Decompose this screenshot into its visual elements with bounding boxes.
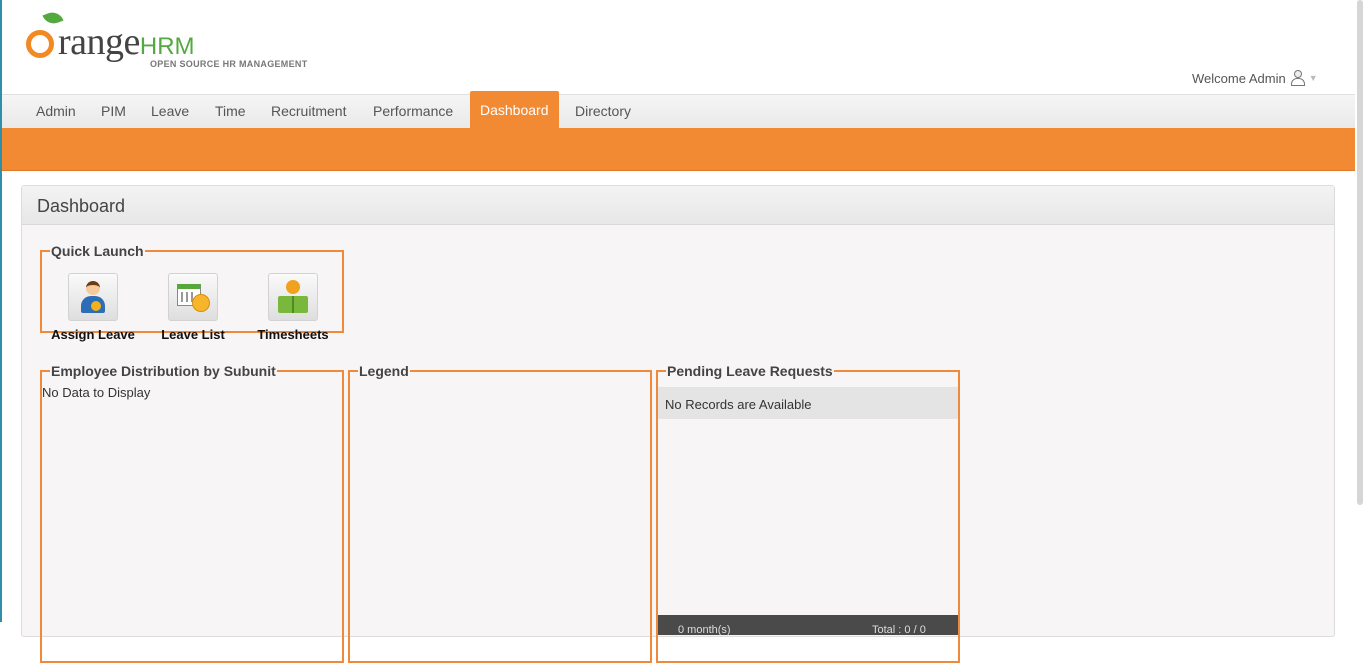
timesheets-icon[interactable] [268, 273, 318, 321]
welcome-text[interactable]: Welcome Admin [1192, 71, 1286, 86]
menu-item-admin[interactable]: Admin [26, 95, 86, 129]
user-icon [1290, 70, 1305, 86]
quick-launch-timesheets[interactable]: Timesheets [248, 273, 338, 342]
assign-leave-icon[interactable] [68, 273, 118, 321]
menu-item-time[interactable]: Time [205, 95, 256, 129]
legend-box: Legend [348, 363, 652, 663]
header: rangeHRM OPEN SOURCE HR MANAGEMENT Welco… [2, 0, 1355, 94]
leave-list-label[interactable]: Leave List [148, 327, 238, 342]
menu-item-dashboard[interactable]: Dashboard [470, 91, 559, 129]
quick-launch-leave-list[interactable]: Leave List [148, 273, 238, 342]
chevron-down-icon[interactable]: ▼ [1309, 73, 1318, 83]
logo-wordmark-hrm: HRM [139, 33, 195, 60]
pending-leave-requests: Pending Leave Requests No Records are Av… [656, 363, 960, 663]
no-records-message: No Records are Available [665, 397, 812, 412]
menu-item-directory[interactable]: Directory [565, 95, 641, 129]
assign-leave-label[interactable]: Assign Leave [48, 327, 138, 342]
menu-item-leave[interactable]: Leave [141, 95, 199, 129]
footer-total: Total : 0 / 0 [872, 624, 926, 636]
logo-wordmark-main: range [58, 21, 140, 63]
quick-launch: Quick Launch Assign Leave Leave List Tim… [40, 243, 344, 342]
legend-title: Legend [359, 363, 409, 379]
logo-wordmark: rangeHRM [58, 20, 195, 64]
logo-tagline: OPEN SOURCE HR MANAGEMENT [150, 59, 308, 69]
panel-header: Dashboard [22, 186, 1334, 225]
timesheets-label[interactable]: Timesheets [248, 327, 338, 342]
employee-distribution: Employee Distribution by Subunit No Data… [40, 363, 344, 663]
list-item: No Records are Available [658, 387, 958, 419]
menu-item-performance[interactable]: Performance [363, 95, 463, 129]
main-menu: Admin PIM Leave Time Recruitment Perform… [2, 91, 1355, 129]
quick-launch-assign-leave[interactable]: Assign Leave [48, 273, 138, 342]
employee-distribution-title: Employee Distribution by Subunit [51, 363, 276, 379]
no-data-message: No Data to Display [42, 385, 151, 400]
pending-leave-footer: 0 month(s) Total : 0 / 0 [658, 615, 958, 636]
logo-orange-icon [26, 30, 54, 58]
page-title: Dashboard [37, 196, 126, 216]
submenu-bar [2, 128, 1355, 171]
orangehrm-logo[interactable]: rangeHRM OPEN SOURCE HR MANAGEMENT [26, 9, 326, 74]
welcome-menu[interactable]: Welcome Admin ▼ [1192, 70, 1318, 86]
leave-list-icon[interactable] [168, 273, 218, 321]
page-scrollbar[interactable] [1357, 0, 1363, 505]
quick-launch-title: Quick Launch [51, 243, 144, 259]
menu-item-recruitment[interactable]: Recruitment [261, 95, 356, 129]
footer-period: 0 month(s) [678, 624, 731, 636]
dashboard-panel: Dashboard Quick Launch Assign Leave Leav… [21, 185, 1335, 663]
menu-item-pim[interactable]: PIM [91, 95, 136, 129]
pending-leave-title: Pending Leave Requests [667, 363, 833, 379]
